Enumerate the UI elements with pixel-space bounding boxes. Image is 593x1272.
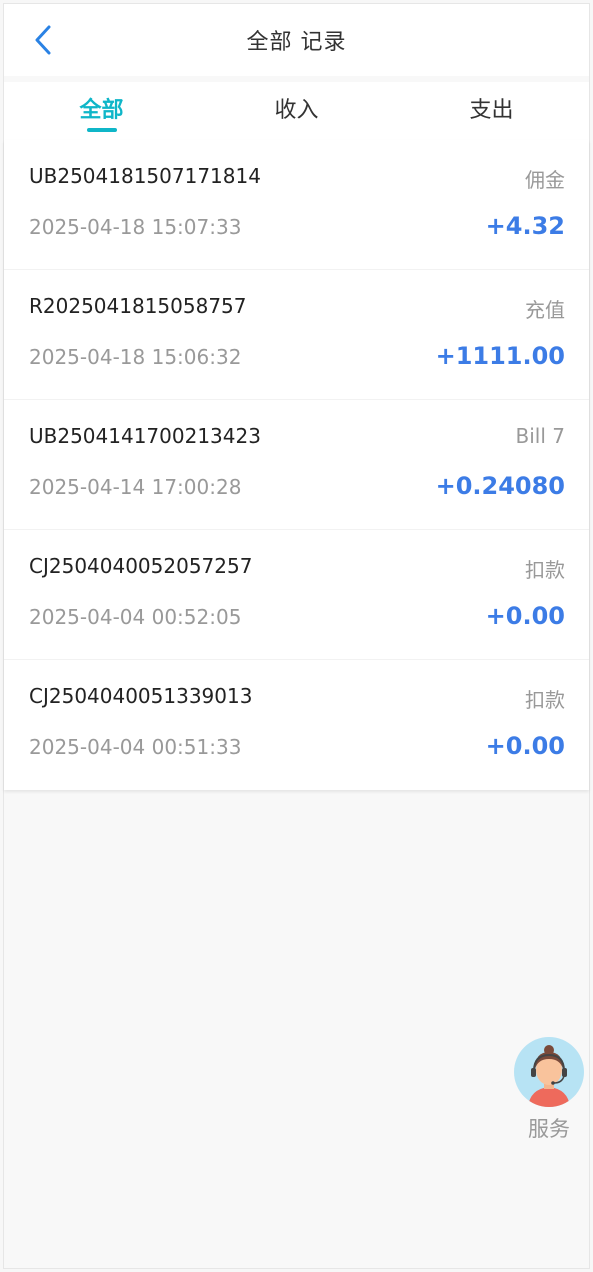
record-time: 2025-04-14 17:00:28: [29, 475, 242, 499]
list-item[interactable]: CJ2504040052057257 扣款 2025-04-04 00:52:0…: [4, 530, 589, 660]
tab-all[interactable]: 全部: [4, 82, 199, 140]
record-type: 佣金: [525, 168, 565, 192]
list-item[interactable]: R2025041815058757 充值 2025-04-18 15:06:32…: [4, 270, 589, 400]
tab-income[interactable]: 收入: [199, 82, 394, 140]
record-time: 2025-04-04 00:51:33: [29, 735, 242, 759]
record-type: 扣款: [525, 688, 565, 712]
record-id: CJ2504040051339013: [29, 684, 253, 708]
record-amount: +1111.00: [435, 342, 565, 370]
record-amount: +0.24080: [435, 472, 565, 500]
active-tab-indicator: [86, 128, 117, 132]
record-amount: +0.00: [485, 602, 565, 630]
customer-service-label: 服务: [528, 1117, 570, 1141]
record-id: UB2504141700213423: [29, 424, 261, 448]
record-time: 2025-04-18 15:06:32: [29, 345, 242, 369]
tab-all-label: 全部: [79, 98, 124, 123]
record-type: 充值: [525, 298, 565, 322]
record-id: UB2504181507171814: [29, 164, 261, 188]
record-time: 2025-04-04 00:52:05: [29, 605, 242, 629]
page-title: 全部 记录: [246, 30, 347, 55]
chevron-left-icon: [35, 25, 51, 55]
record-amount: +4.32: [485, 212, 565, 240]
customer-service-button[interactable]: 服务: [513, 1037, 585, 1147]
record-amount: +0.00: [485, 732, 565, 760]
tab-income-label: 收入: [274, 98, 319, 123]
record-type: Bill 7: [515, 424, 565, 448]
record-id: R2025041815058757: [29, 294, 247, 318]
customer-service-icon: [514, 1037, 584, 1107]
app-frame: 全部 记录 全部 收入 支出 UB2504181507171814 佣金 202…: [3, 3, 590, 1269]
record-time: 2025-04-18 15:07:33: [29, 215, 242, 239]
record-id: CJ2504040052057257: [29, 554, 253, 578]
tab-expense-label: 支出: [469, 98, 514, 123]
tab-expense[interactable]: 支出: [394, 82, 589, 140]
back-button[interactable]: [28, 22, 58, 58]
tab-bar: 全部 收入 支出: [4, 82, 589, 140]
list-item[interactable]: UB2504181507171814 佣金 2025-04-18 15:07:3…: [4, 140, 589, 270]
record-list: UB2504181507171814 佣金 2025-04-18 15:07:3…: [4, 140, 589, 790]
list-item[interactable]: UB2504141700213423 Bill 7 2025-04-14 17:…: [4, 400, 589, 530]
record-type: 扣款: [525, 558, 565, 582]
list-item[interactable]: CJ2504040051339013 扣款 2025-04-04 00:51:3…: [4, 660, 589, 790]
header: 全部 记录: [4, 4, 589, 76]
